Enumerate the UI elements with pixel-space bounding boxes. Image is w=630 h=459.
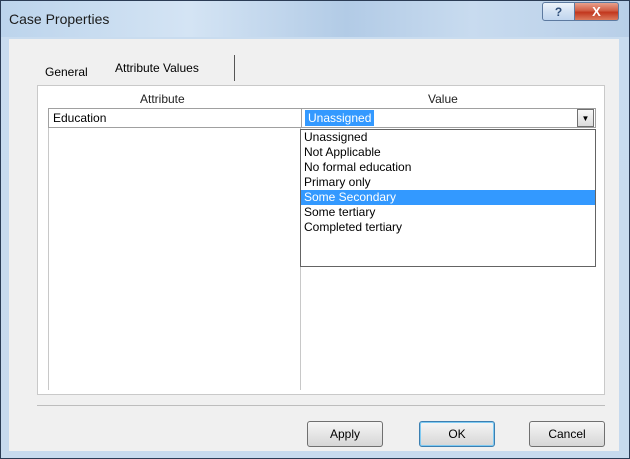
dropdown-option-selected[interactable]: Some Secondary bbox=[301, 190, 595, 205]
help-icon: ? bbox=[554, 4, 563, 19]
attribute-values-panel: Attribute Value Education Unassigned ▼ U… bbox=[37, 85, 605, 395]
dropdown-option[interactable]: Completed tertiary bbox=[301, 220, 595, 235]
attribute-column-area bbox=[48, 128, 301, 390]
dialog-client-area: General Attribute Values Attribute Value… bbox=[9, 39, 619, 451]
education-dropdown-list[interactable]: Unassigned Not Applicable No formal educ… bbox=[300, 129, 596, 267]
dropdown-option[interactable]: Not Applicable bbox=[301, 145, 595, 160]
value-column-header: Value bbox=[428, 92, 458, 106]
footer-divider bbox=[37, 405, 605, 406]
tab-attribute-values-label: Attribute Values bbox=[115, 61, 199, 75]
tab-strip: General Attribute Values bbox=[19, 49, 609, 81]
tab-general[interactable]: General bbox=[45, 65, 88, 79]
attribute-column-header: Attribute bbox=[140, 92, 185, 106]
combobox-selected-value[interactable]: Unassigned bbox=[305, 110, 375, 126]
help-button[interactable]: ? bbox=[542, 2, 575, 21]
education-value-combobox[interactable]: Unassigned ▼ bbox=[303, 109, 595, 127]
ok-button[interactable]: OK bbox=[419, 421, 495, 447]
close-icon: X bbox=[592, 4, 601, 19]
tab-general-label: General bbox=[45, 65, 88, 79]
apply-button[interactable]: Apply bbox=[307, 421, 383, 447]
case-properties-dialog: Case Properties ? X General Attribute Va… bbox=[0, 0, 630, 459]
dropdown-option[interactable]: Primary only bbox=[301, 175, 595, 190]
window-title: Case Properties bbox=[9, 11, 110, 27]
cancel-button[interactable]: Cancel bbox=[529, 421, 605, 447]
tab-separator bbox=[234, 55, 235, 81]
dropdown-option[interactable]: Some tertiary bbox=[301, 205, 595, 220]
title-bar[interactable]: Case Properties ? X bbox=[1, 1, 629, 37]
attribute-cell: Education bbox=[49, 109, 302, 127]
tab-attribute-values[interactable]: Attribute Values bbox=[115, 61, 199, 75]
caption-buttons: ? X bbox=[542, 2, 619, 21]
dropdown-option[interactable]: Unassigned bbox=[301, 130, 595, 145]
chevron-down-icon[interactable]: ▼ bbox=[577, 109, 594, 127]
dropdown-option[interactable]: No formal education bbox=[301, 160, 595, 175]
close-button[interactable]: X bbox=[575, 2, 619, 21]
grid-row-education[interactable]: Education Unassigned ▼ bbox=[48, 108, 596, 128]
grid-header: Attribute Value bbox=[48, 92, 596, 108]
